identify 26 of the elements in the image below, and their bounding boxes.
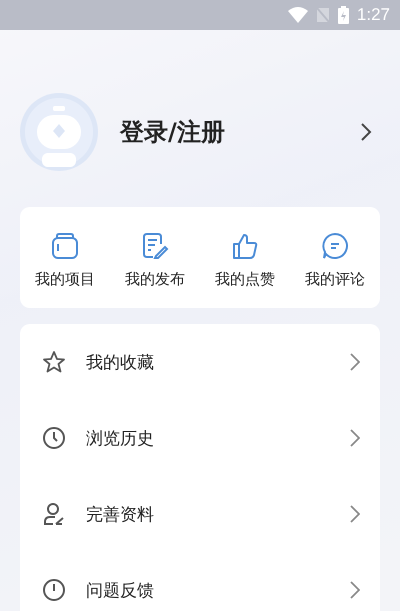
chevron-right-icon [350, 353, 360, 371]
battery-icon [338, 6, 349, 24]
menu-item[interactable]: 问题反馈 [20, 552, 380, 611]
chevron-right-icon [350, 581, 360, 599]
chevron-right-icon[interactable] [360, 122, 372, 142]
shortcut-item[interactable]: 我的点赞 [200, 226, 290, 289]
chevron-right-icon [350, 429, 360, 447]
shortcut-item[interactable]: 我的评论 [290, 226, 380, 289]
thumbs-up-icon [231, 232, 259, 260]
menu-item[interactable]: 我的收藏 [20, 324, 380, 400]
info-icon [42, 578, 66, 602]
no-sim-icon [316, 7, 330, 23]
menu-item[interactable]: 完善资料 [20, 476, 380, 552]
folder-icon [51, 232, 79, 260]
clock-icon [42, 426, 66, 450]
chat-bubble-icon [321, 232, 349, 260]
edit-icon [141, 232, 169, 260]
shortcut-item[interactable]: 我的发布 [110, 226, 200, 289]
user-edit-icon [42, 502, 66, 526]
login-register-link[interactable]: 登录/注册 [120, 116, 360, 148]
wifi-icon [288, 7, 308, 23]
star-icon [42, 350, 66, 374]
chevron-right-icon [350, 505, 360, 523]
menu-item[interactable]: 浏览历史 [20, 400, 380, 476]
status-time: 1:27 [356, 5, 390, 25]
shortcut-item[interactable]: 我的项目 [20, 226, 110, 289]
